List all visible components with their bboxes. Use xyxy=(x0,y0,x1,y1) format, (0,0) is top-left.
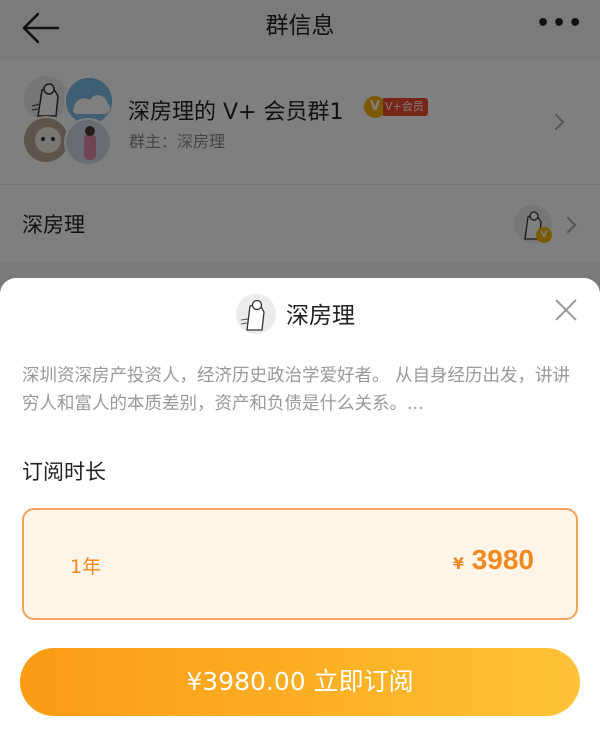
subscription-sheet: 深房理 深圳资深房产投资人，经济历史政治学爱好者。 从自身经历出发，讲讲穷人和富… xyxy=(0,278,600,748)
creator-avatar xyxy=(236,294,276,334)
plan-duration: 1年 xyxy=(70,556,102,578)
plan-option-1-year[interactable]: 1年 ¥ 3980 xyxy=(22,508,578,620)
currency-symbol: ¥ xyxy=(452,554,464,573)
subscribe-now-button[interactable]: ¥3980.00 立即订阅 xyxy=(20,648,580,716)
close-icon[interactable] xyxy=(550,294,582,326)
subscription-duration-label: 订阅时长 xyxy=(22,460,106,484)
sheet-title: 深房理 xyxy=(286,303,355,329)
plan-price: 3980 xyxy=(471,544,534,575)
creator-description: 深圳资深房产投资人，经济历史政治学爱好者。 从自身经历出发，讲讲穷人和富人的本质… xyxy=(22,366,571,414)
